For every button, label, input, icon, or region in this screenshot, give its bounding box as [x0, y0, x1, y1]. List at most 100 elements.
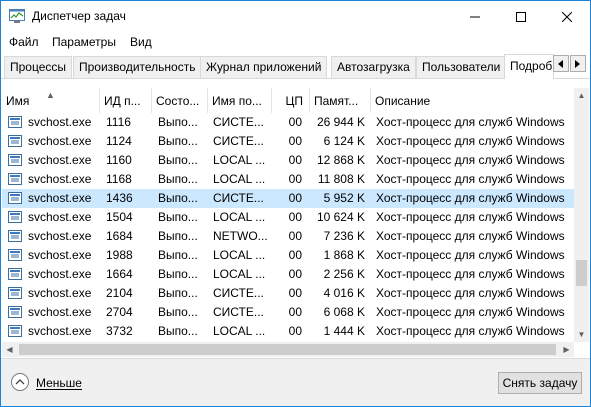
cell-memory: 12 868 K	[316, 153, 365, 167]
column-header-user[interactable]: Имя по...	[208, 88, 272, 113]
scroll-left-icon[interactable]: ◀	[2, 342, 17, 357]
title-bar[interactable]: Диспетчер задач	[1, 1, 590, 32]
cell-cpu: 00	[288, 305, 302, 319]
cell-status: Выпо...	[158, 324, 198, 338]
column-header-description[interactable]: Описание	[371, 88, 574, 113]
cell-memory: 6 068 K	[323, 305, 365, 319]
cell-status: Выпо...	[158, 248, 198, 262]
table-row[interactable]: svchost.exe 1988 Выпо... LOCAL ... 00 1 868 K…	[2, 246, 574, 265]
menu-bar: Файл Параметры Вид	[1, 32, 590, 52]
service-host-icon	[8, 306, 22, 318]
cell-user: СИСТЕ...	[213, 191, 264, 205]
cell-status: Выпо...	[158, 267, 198, 281]
table-row[interactable]: svchost.exe 3732 Выпо... LOCAL ... 00 1 444 K…	[2, 322, 574, 341]
menu-file[interactable]: Файл	[9, 35, 39, 49]
cell-status: Выпо...	[158, 286, 198, 300]
cell-cpu: 00	[288, 229, 302, 243]
cell-memory: 1 444 K	[323, 324, 365, 338]
cell-status: Выпо...	[158, 115, 198, 129]
tab-details[interactable]: Подробн	[504, 54, 554, 79]
cell-user: LOCAL ...	[213, 267, 266, 281]
cell-memory: 7 236 K	[323, 229, 365, 243]
horizontal-scrollbar[interactable]: ◀ ▶	[2, 342, 574, 357]
tab-scroll-left-button[interactable]	[553, 55, 569, 72]
cell-name: svchost.exe	[28, 248, 92, 262]
tab-scroll-right-button[interactable]	[570, 55, 586, 72]
cell-cpu: 00	[288, 115, 302, 129]
cell-description: Хост-процесс для служб Windows	[376, 324, 565, 338]
table-row[interactable]: svchost.exe 1124 Выпо... СИСТЕ... 00 6 124 K Х…	[2, 132, 574, 151]
column-header-name[interactable]: ▲ Имя	[2, 88, 100, 113]
service-host-icon	[8, 249, 22, 261]
close-button[interactable]	[544, 1, 590, 32]
cell-status: Выпо...	[158, 172, 198, 186]
cell-name: svchost.exe	[28, 229, 92, 243]
menu-options[interactable]: Параметры	[52, 35, 116, 49]
service-host-icon	[8, 268, 22, 280]
cell-pid: 2104	[106, 286, 133, 300]
cell-description: Хост-процесс для служб Windows	[376, 305, 565, 319]
triangle-right-icon	[575, 59, 580, 68]
table-row[interactable]: svchost.exe 2104 Выпо... СИСТЕ... 00 4 016 K Х…	[2, 284, 574, 303]
cell-description: Хост-процесс для служб Windows	[376, 153, 565, 167]
table-row[interactable]: svchost.exe 2704 Выпо... СИСТЕ... 00 6 068 K Х…	[2, 303, 574, 322]
table-row[interactable]: svchost.exe 1664 Выпо... LOCAL ... 00 2 256 K…	[2, 265, 574, 284]
maximize-button[interactable]	[498, 1, 544, 32]
cell-user: СИСТЕ...	[213, 134, 264, 148]
cell-pid: 1436	[106, 191, 133, 205]
vertical-scrollbar[interactable]: ▲ ▼	[574, 88, 589, 342]
scroll-right-icon[interactable]: ▶	[559, 342, 574, 357]
horizontal-scroll-thumb[interactable]	[19, 344, 556, 355]
service-host-icon	[8, 287, 22, 299]
table-row[interactable]: svchost.exe 1684 Выпо... NETWO... 00 7 236 K Х…	[2, 227, 574, 246]
tab-app-history[interactable]: Журнал приложений	[200, 56, 328, 78]
vertical-scroll-thumb[interactable]	[576, 260, 587, 286]
triangle-left-icon	[558, 59, 563, 68]
cell-description: Хост-процесс для служб Windows	[376, 286, 565, 300]
cell-status: Выпо...	[158, 305, 198, 319]
tab-startup[interactable]: Автозагрузка	[331, 56, 416, 78]
cell-pid: 1124	[106, 134, 132, 148]
column-header-cpu[interactable]: ЦП	[272, 88, 310, 113]
cell-user: LOCAL ...	[213, 210, 266, 224]
cell-memory: 26 944 K	[316, 115, 365, 129]
cell-pid: 2704	[106, 305, 133, 319]
window-title: Диспетчер задач	[32, 9, 126, 23]
table-row[interactable]: svchost.exe 1504 Выпо... LOCAL ... 00 10 624 …	[2, 208, 574, 227]
minimize-button[interactable]	[452, 1, 498, 32]
cell-status: Выпо...	[158, 210, 198, 224]
table-row[interactable]: svchost.exe 1160 Выпо... LOCAL ... 00 12 868 …	[2, 151, 574, 170]
fewer-details-link[interactable]: Меньше	[36, 376, 82, 390]
cell-description: Хост-процесс для служб Windows	[376, 210, 565, 224]
cell-name: svchost.exe	[28, 267, 92, 281]
column-header-memory[interactable]: Памят...	[310, 88, 371, 113]
sort-ascending-icon: ▲	[46, 90, 55, 100]
end-task-button[interactable]: Снять задачу	[498, 372, 582, 394]
cell-user: LOCAL ...	[213, 324, 266, 338]
column-header-status[interactable]: Состо...	[152, 88, 208, 113]
column-header-pid[interactable]: ИД п...	[100, 88, 152, 113]
tab-users[interactable]: Пользователи	[416, 56, 507, 78]
task-manager-icon	[9, 9, 25, 23]
cell-description: Хост-процесс для служб Windows	[376, 115, 565, 129]
cell-description: Хост-процесс для служб Windows	[376, 229, 565, 243]
cell-user: LOCAL ...	[213, 172, 266, 186]
task-manager-window: Диспетчер задач Файл Параметры Вид Проце…	[0, 0, 591, 407]
table-row[interactable]: svchost.exe 1168 Выпо... LOCAL ... 00 11 808 …	[2, 170, 574, 189]
cell-pid: 3732	[106, 324, 133, 338]
service-host-icon	[8, 230, 22, 242]
table-row[interactable]: svchost.exe 1436 Выпо... СИСТЕ... 00 5 952 K Х…	[2, 189, 574, 208]
tab-strip: Процессы Производительность Журнал прило…	[1, 54, 590, 79]
table-row[interactable]: svchost.exe 1116 Выпо... СИСТЕ... 00 26 944 K…	[2, 113, 574, 132]
tab-performance[interactable]: Производительность	[73, 56, 202, 78]
cell-name: svchost.exe	[28, 305, 92, 319]
tab-processes[interactable]: Процессы	[4, 56, 73, 78]
menu-view[interactable]: Вид	[130, 35, 152, 49]
chevron-up-circle-icon[interactable]	[11, 373, 29, 391]
scroll-up-icon[interactable]: ▲	[574, 88, 589, 103]
cell-cpu: 00	[288, 134, 302, 148]
cell-description: Хост-процесс для служб Windows	[376, 134, 565, 148]
cell-cpu: 00	[288, 153, 302, 167]
scroll-down-icon[interactable]: ▼	[574, 327, 589, 342]
cell-name: svchost.exe	[28, 115, 92, 129]
